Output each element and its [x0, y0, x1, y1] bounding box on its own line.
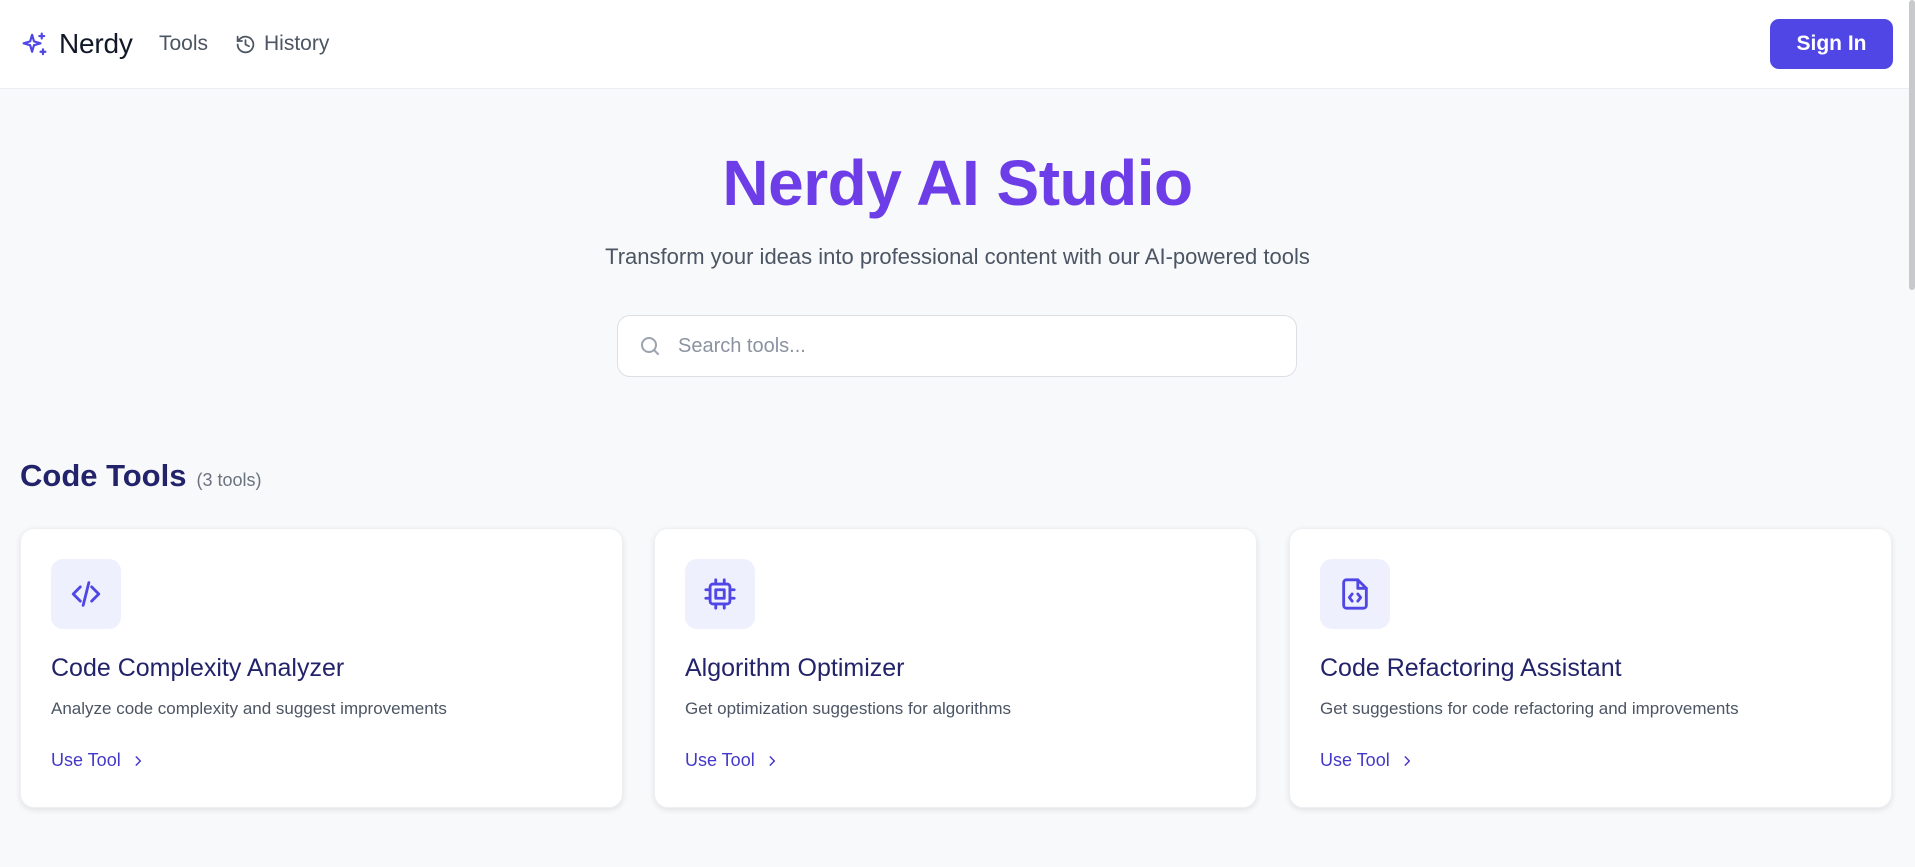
section-tool-count: (3 tools) [196, 470, 262, 490]
page-subtitle: Transform your ideas into professional c… [605, 244, 1310, 269]
tool-card-description: Get optimization suggestions for algorit… [685, 699, 1011, 718]
brand-name: Nerdy [59, 28, 133, 59]
tool-card-description: Analyze code complexity and suggest impr… [51, 699, 447, 718]
chevron-right-icon [765, 754, 779, 768]
use-tool-label: Use Tool [685, 750, 755, 770]
tool-card-code-refactoring-assistant[interactable]: Code Refactoring Assistant Get suggestio… [1289, 528, 1892, 808]
top-navbar: Nerdy Tools History Sign In [0, 0, 1915, 89]
file-code-icon [1320, 559, 1390, 629]
code-icon [51, 559, 121, 629]
tool-card-title: Algorithm Optimizer [685, 654, 905, 682]
tool-card-code-complexity-analyzer[interactable]: Code Complexity Analyzer Analyze code co… [20, 528, 623, 808]
sign-in-button[interactable]: Sign In [1770, 19, 1893, 69]
nav-history-label: History [264, 32, 330, 55]
search-box [617, 315, 1297, 377]
brand-link[interactable]: Nerdy [20, 28, 133, 60]
history-icon [235, 34, 256, 55]
tool-card-title: Code Refactoring Assistant [1320, 654, 1622, 682]
cpu-icon [685, 559, 755, 629]
tool-card-algorithm-optimizer[interactable]: Algorithm Optimizer Get optimization sug… [654, 528, 1257, 808]
use-tool-label: Use Tool [51, 750, 121, 770]
use-tool-link[interactable]: Use Tool [1320, 750, 1414, 771]
use-tool-link[interactable]: Use Tool [51, 750, 145, 771]
section-heading: Code Tools (3 tools) [20, 458, 262, 494]
tool-card-title: Code Complexity Analyzer [51, 654, 345, 682]
chevron-right-icon [131, 754, 145, 768]
nav-tools-link[interactable]: Tools [159, 32, 208, 56]
search-icon [638, 334, 662, 358]
sparkles-icon [20, 30, 49, 59]
page-title: Nerdy AI Studio [722, 147, 1193, 219]
use-tool-label: Use Tool [1320, 750, 1390, 770]
use-tool-link[interactable]: Use Tool [685, 750, 779, 771]
search-input[interactable] [676, 333, 1280, 359]
section-title: Code Tools [20, 458, 187, 493]
chevron-right-icon [1400, 754, 1414, 768]
tool-card-description: Get suggestions for code refactoring and… [1320, 699, 1739, 718]
nav-history-link[interactable]: History [235, 32, 329, 56]
